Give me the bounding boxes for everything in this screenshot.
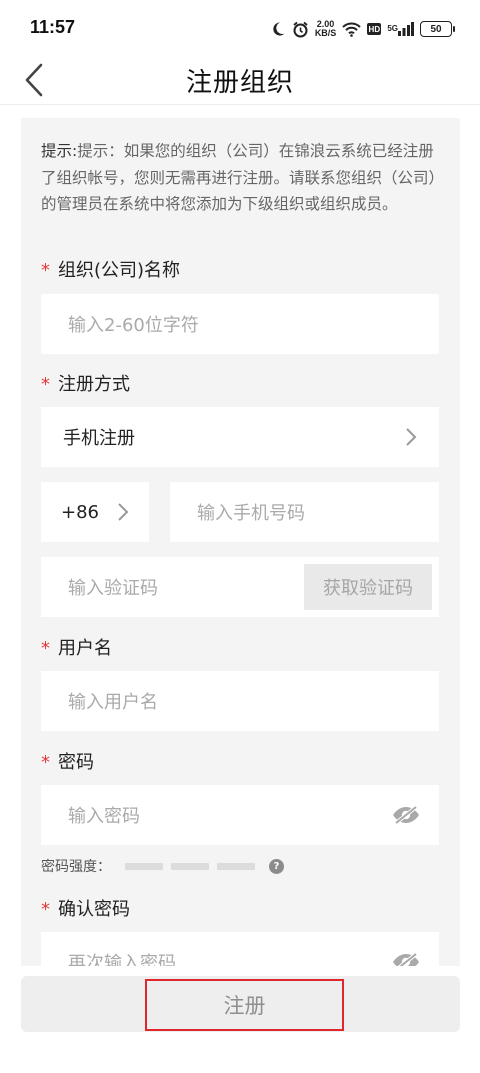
- verify-code-input[interactable]: 输入验证码 获取验证码: [41, 557, 439, 617]
- eye-off-icon[interactable]: [391, 952, 421, 966]
- wifi-icon: [342, 22, 362, 37]
- confirm-password-input[interactable]: 再次输入密码: [41, 932, 439, 966]
- signal-icon: 5G: [387, 22, 414, 36]
- username-placeholder: 输入用户名: [68, 692, 158, 713]
- confirm-password-placeholder: 再次输入密码: [68, 953, 176, 966]
- required-mark: *: [41, 899, 50, 920]
- strength-bar: [171, 862, 209, 870]
- eye-off-icon[interactable]: [391, 805, 421, 825]
- password-input[interactable]: 输入密码: [41, 785, 439, 845]
- password-placeholder: 输入密码: [68, 806, 140, 827]
- chevron-right-icon: [406, 428, 417, 446]
- country-code-select[interactable]: +86: [41, 482, 149, 542]
- net-speed: 2.00 KB/S: [314, 19, 337, 38]
- password-strength: 密码强度： ?: [41, 856, 284, 876]
- page-title: 注册组织: [185, 68, 294, 98]
- required-mark: *: [41, 260, 50, 281]
- tip-prefix: 提示:: [41, 142, 78, 160]
- verify-code-placeholder: 输入验证码: [68, 578, 158, 599]
- username-input[interactable]: 输入用户名: [41, 671, 439, 731]
- register-button[interactable]: 注册: [145, 979, 344, 1031]
- strength-bar: [217, 862, 255, 870]
- org-name-label: * 组织(公司)名称: [41, 260, 181, 281]
- username-label: * 用户名: [41, 638, 112, 659]
- status-bar: 11:57 2.00 KB/S HD 5G 50: [0, 0, 480, 56]
- moon-icon: [270, 21, 286, 37]
- chevron-right-icon: [118, 503, 129, 521]
- tip-body: 提示：如果您的组织（公司）在锦浪云系统已经注册了组织帐号，您则无需再进行注册。请…: [41, 142, 437, 213]
- strength-bar: [125, 862, 163, 870]
- help-icon[interactable]: ?: [269, 858, 284, 874]
- app-header: 注册组织: [0, 56, 480, 105]
- required-mark: *: [41, 752, 50, 773]
- phone-input[interactable]: 输入手机号码: [170, 482, 439, 542]
- tip-text: 提示:提示：如果您的组织（公司）在锦浪云系统已经注册了组织帐号，您则无需再进行注…: [41, 138, 441, 218]
- required-mark: *: [41, 374, 50, 395]
- status-time: 11:57: [30, 17, 76, 37]
- register-method-label: * 注册方式: [41, 374, 130, 395]
- password-label: * 密码: [41, 752, 94, 773]
- confirm-password-label: * 确认密码: [41, 899, 130, 920]
- password-strength-label: 密码强度：: [41, 859, 111, 875]
- get-code-button[interactable]: 获取验证码: [304, 564, 432, 610]
- register-method-select[interactable]: 手机注册: [41, 407, 439, 467]
- hd-icon: HD: [367, 23, 382, 35]
- country-code-value: +86: [61, 501, 99, 523]
- alarm-icon: [292, 21, 309, 38]
- battery-icon: 50: [420, 21, 455, 37]
- org-name-input[interactable]: 输入2-60位字符: [41, 294, 439, 354]
- register-method-value: 手机注册: [63, 428, 135, 449]
- status-icons: 2.00 KB/S HD 5G 50: [270, 16, 455, 42]
- phone-placeholder: 输入手机号码: [197, 503, 305, 524]
- required-mark: *: [41, 638, 50, 659]
- org-name-placeholder: 输入2-60位字符: [68, 315, 199, 336]
- register-form: 提示:提示：如果您的组织（公司）在锦浪云系统已经注册了组织帐号，您则无需再进行注…: [21, 118, 460, 966]
